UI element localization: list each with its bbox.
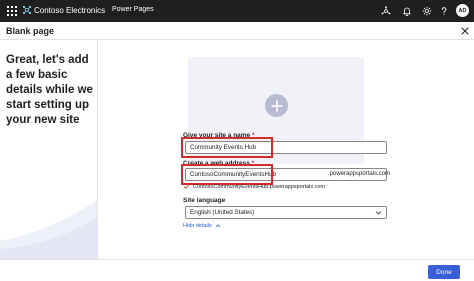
avatar[interactable]: AD <box>456 4 469 17</box>
main-form-area: Give your site a name * Create a web add… <box>99 40 474 259</box>
site-name-highlight <box>181 137 273 158</box>
close-icon[interactable] <box>460 26 470 36</box>
top-app-bar: Contoso Electronics Power Pages AD <box>0 0 474 22</box>
web-address-suffix: .powerappsportals.com <box>328 171 391 177</box>
hub-icon[interactable] <box>381 6 391 16</box>
bell-icon[interactable] <box>402 6 412 16</box>
gear-icon[interactable] <box>422 6 432 16</box>
decorative-wave <box>0 199 97 259</box>
web-address-validation: ContosoCommunityEventsHub.powerappsporta… <box>183 183 325 190</box>
waffle-icon[interactable] <box>6 5 18 17</box>
site-language-select[interactable]: English (United States) <box>185 206 387 219</box>
plus-icon <box>270 99 283 112</box>
chevron-down-icon <box>375 211 382 215</box>
dialog-footer: Done <box>0 259 474 281</box>
hide-details-link[interactable]: Hide details <box>183 223 221 229</box>
brand-name: Contoso Electronics <box>34 5 106 15</box>
done-button[interactable]: Done <box>428 265 460 279</box>
page-title: Blank page <box>6 26 55 36</box>
left-panel: Great, let's add a few basic details whi… <box>0 40 98 259</box>
site-language-label: Site language <box>183 197 226 204</box>
brand[interactable]: Contoso Electronics <box>22 5 105 15</box>
dialog-title-bar: Blank page <box>0 22 474 40</box>
intro-headline: Great, let's add a few basic details whi… <box>6 54 93 126</box>
brand-logo-icon <box>22 5 32 15</box>
web-address-highlight <box>181 164 273 185</box>
help-icon[interactable] <box>439 6 449 16</box>
product-name[interactable]: Power Pages <box>112 6 154 13</box>
chevron-up-icon <box>215 224 221 228</box>
add-image-button[interactable] <box>265 94 288 117</box>
site-language-value: English (United States) <box>190 209 255 216</box>
checkmark-icon <box>183 184 190 189</box>
